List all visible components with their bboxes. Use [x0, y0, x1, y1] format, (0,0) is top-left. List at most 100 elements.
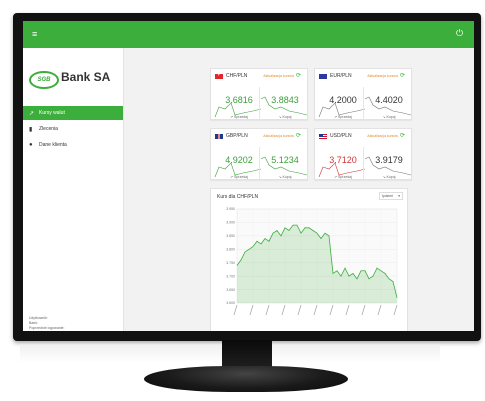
- buy-label: Kupuj: [386, 175, 396, 179]
- y-tick-label: 3.750: [226, 261, 235, 265]
- data-point: [300, 232, 302, 234]
- y-tick-label: 3.850: [226, 234, 235, 238]
- x-tick-mark: [393, 304, 398, 316]
- x-tick-mark: [361, 304, 366, 316]
- refresh-icon: ⟳: [399, 133, 405, 139]
- data-point: [348, 275, 350, 277]
- buy-value: 4.4020: [375, 95, 403, 105]
- data-point: [248, 248, 250, 250]
- x-tick-mark: [345, 304, 350, 316]
- currency-pair: GBP/PLN: [226, 133, 248, 139]
- buy-value: 5.1234: [271, 155, 299, 165]
- chart-title: Kurs dla CHF/PLN: [217, 194, 259, 200]
- data-point: [240, 259, 242, 261]
- data-point: [352, 273, 354, 274]
- data-point: [236, 265, 238, 266]
- sidebar-item-2[interactable]: ● Dane klienta: [23, 138, 123, 152]
- data-point: [336, 270, 338, 272]
- data-point: [280, 235, 282, 237]
- buy-button[interactable]: ↘ Kupuj: [259, 175, 311, 179]
- sidebar-item-label: Dane klienta: [39, 142, 67, 148]
- data-point: [264, 238, 266, 239]
- x-tick-mark: [265, 304, 270, 316]
- data-point: [392, 281, 394, 282]
- user-icon: ●: [29, 142, 33, 148]
- x-tick-mark: [297, 304, 302, 316]
- currency-pair: EUR/PLN: [330, 73, 352, 79]
- sell-button[interactable]: ↗ Sprzedaj: [317, 175, 369, 179]
- data-point: [260, 243, 262, 245]
- refresh-link[interactable]: Aktualizacja kursów ⟳: [263, 132, 301, 139]
- currency-card-header: EUR/PLN: [319, 72, 352, 80]
- sell-rate[interactable]: 3.6816 ↗ Sprzedaj: [213, 87, 265, 121]
- currency-card: EUR/PLN Aktualizacja kursów ⟳ 4.2000 ↗ Sp…: [314, 68, 415, 121]
- sell-button[interactable]: ↗ Sprzedaj: [213, 115, 265, 119]
- menu-icon[interactable]: ≡: [32, 29, 42, 39]
- monitor-frame: ≡ ⏻ SGB Bank SA ↗ Kursy walut ▮ Zlecenia ● Da…: [13, 13, 481, 341]
- top-bar: ≡ ⏻: [23, 21, 474, 48]
- buy-button[interactable]: ↘ Kupuj: [363, 175, 415, 179]
- power-icon[interactable]: ⏻: [456, 28, 466, 38]
- data-point: [396, 297, 398, 298]
- sell-value: 3.6816: [225, 95, 253, 105]
- buy-button[interactable]: ↘ Kupuj: [363, 115, 415, 119]
- sell-rate[interactable]: 3.7120 ↗ Sprzedaj: [317, 147, 369, 181]
- sgb-logo-mark: SGB: [29, 71, 59, 89]
- refresh-label: Aktualizacja kursów: [367, 74, 398, 78]
- data-point: [256, 240, 258, 242]
- currency-card-header: CHF/PLN: [215, 72, 247, 80]
- sell-label: Sprzedaj: [234, 175, 248, 179]
- data-point: [272, 232, 274, 234]
- document-icon: ▮: [29, 126, 33, 133]
- refresh-label: Aktualizacja kursów: [263, 74, 294, 78]
- sidebar-item-0[interactable]: ↗ Kursy walut: [23, 106, 123, 120]
- sidebar-item-1[interactable]: ▮ Zlecenia: [23, 122, 123, 136]
- x-tick-mark: [249, 304, 254, 316]
- y-tick-label: 3.800: [226, 247, 235, 251]
- y-tick-label: 3.900: [226, 221, 235, 225]
- refresh-link[interactable]: Aktualizacja kursów ⟳: [367, 132, 405, 139]
- trend-icon: ↗: [29, 110, 35, 117]
- data-point: [380, 270, 382, 272]
- sell-rate[interactable]: 4.2000 ↗ Sprzedaj: [317, 87, 369, 121]
- buy-rate[interactable]: 5.1234 ↘ Kupuj: [259, 147, 311, 181]
- refresh-icon: ⟳: [399, 73, 405, 79]
- refresh-link[interactable]: Aktualizacja kursów ⟳: [367, 72, 405, 79]
- refresh-label: Aktualizacja kursów: [367, 134, 398, 138]
- bank-logo: SGB Bank SA: [29, 68, 119, 90]
- buy-button[interactable]: ↘ Kupuj: [259, 115, 311, 119]
- user-info: Użytkownik: Bank: Poprzednie logowanie:: [29, 316, 64, 331]
- data-point: [372, 275, 374, 277]
- data-point: [384, 273, 386, 274]
- data-point: [368, 278, 370, 280]
- data-point: [244, 251, 246, 253]
- sell-button[interactable]: ↗ Sprzedaj: [213, 175, 265, 179]
- sidebar-nav: ↗ Kursy walut ▮ Zlecenia ● Dane klienta: [23, 106, 123, 154]
- sell-button[interactable]: ↗ Sprzedaj: [317, 115, 369, 119]
- x-tick-mark: [377, 304, 382, 316]
- sidebar-item-label: Zlecenia: [39, 126, 58, 132]
- data-point: [308, 227, 310, 229]
- sell-rate[interactable]: 4.9202 ↗ Sprzedaj: [213, 147, 265, 181]
- buy-rate[interactable]: 4.4020 ↘ Kupuj: [363, 87, 415, 121]
- sell-value: 4.9202: [225, 155, 253, 165]
- chart-card: Kurs dla CHF/PLN tydzień ▾ 3.950 3.900 3.8…: [210, 188, 408, 331]
- buy-rate[interactable]: 3.9179 ↘ Kupuj: [363, 147, 415, 181]
- refresh-link[interactable]: Aktualizacja kursów ⟳: [263, 72, 301, 79]
- main-content: Kurs dla CHF/PLN tydzień ▾ 3.950 3.900 3.8…: [124, 48, 474, 331]
- buy-rate[interactable]: 3.8843 ↘ Kupuj: [259, 87, 311, 121]
- data-point: [344, 267, 346, 269]
- period-select[interactable]: tydzień ▾: [379, 192, 403, 200]
- data-point: [320, 238, 322, 239]
- data-point: [284, 227, 286, 229]
- x-tick-mark: [281, 304, 286, 316]
- sidebar: SGB Bank SA ↗ Kursy walut ▮ Zlecenia ● Dane k…: [23, 48, 124, 331]
- data-point: [388, 278, 390, 280]
- rate-chart: 3.950 3.900 3.850 3.800 3.750 3.700 3.650 3.600: [226, 207, 398, 316]
- buy-label: Kupuj: [386, 115, 396, 119]
- screen: ≡ ⏻ SGB Bank SA ↗ Kursy walut ▮ Zlecenia ● Da…: [23, 21, 474, 331]
- data-point: [288, 230, 290, 231]
- currency-card: CHF/PLN Aktualizacja kursów⟳ 3.6816 ↗ Sp…: [210, 68, 311, 121]
- y-tick-label: 3.950: [226, 207, 235, 211]
- data-point: [252, 246, 254, 247]
